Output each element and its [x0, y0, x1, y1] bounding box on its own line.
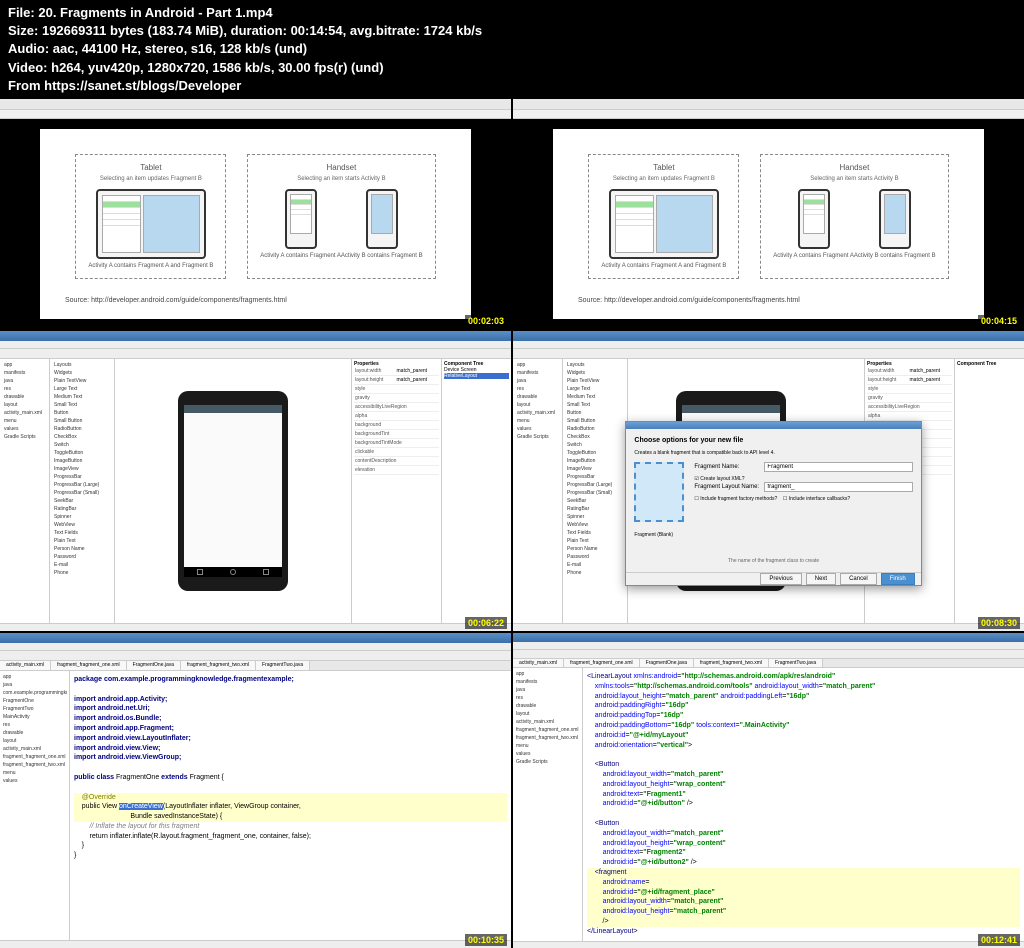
app-menubar[interactable]	[513, 99, 1024, 110]
phone-preview	[178, 391, 288, 591]
thumb-2: Tablet Selecting an item updates Fragmen…	[513, 99, 1024, 329]
thumbnail-grid: Tablet Selecting an item updates Fragmen…	[0, 99, 1024, 948]
thumb-5: activity_main.xmlfragment_fragment_one.x…	[0, 633, 511, 948]
timestamp: 00:10:35	[465, 934, 507, 946]
project-tree[interactable]: appjavacom.example.programmingknowledge.…	[0, 671, 70, 940]
ide-toolbar[interactable]	[0, 349, 511, 359]
thumb-6: activity_main.xmlfragment_fragment_one.x…	[513, 633, 1024, 948]
fragment-preview-icon	[634, 462, 684, 522]
status-bar	[0, 623, 511, 631]
java-editor[interactable]: package com.example.programmingknowledge…	[70, 671, 511, 940]
previous-button[interactable]: Previous	[760, 573, 801, 585]
media-info-header: File: 20. Fragments in Android - Part 1.…	[0, 0, 1024, 99]
component-tree[interactable]: Component Tree Device Screen RelativeLay…	[441, 359, 511, 623]
layout-designer[interactable]	[115, 359, 351, 623]
fragment-layout-input[interactable]	[764, 482, 912, 492]
new-fragment-dialog: Choose options for your new file Creates…	[625, 421, 921, 586]
timestamp: 00:06:22	[465, 617, 507, 629]
project-tree[interactable]: appmanifestsjavaresdrawablelayoutactivit…	[513, 668, 583, 941]
timestamp: 00:12:41	[978, 934, 1020, 946]
app-toolbar[interactable]	[513, 110, 1024, 119]
handset-group: Handset Selecting an item starts Activit…	[247, 154, 435, 279]
timestamp: 00:08:30	[978, 617, 1020, 629]
xml-editor[interactable]: <LinearLayout xmlns:android="http://sche…	[583, 668, 1024, 941]
ide-menubar[interactable]	[0, 341, 511, 349]
source-url: Source: http://developer.android.com/gui…	[65, 297, 446, 304]
tablet-illustration	[96, 189, 206, 259]
editor-tabs[interactable]: activity_main.xmlfragment_fragment_one.x…	[0, 661, 511, 671]
properties-panel[interactable]: Propertieslayout:widthmatch_parentlayout…	[351, 359, 441, 623]
thumb-4: appmanifestsjavaresdrawablelayoutactivit…	[513, 331, 1024, 631]
thumb-3: appmanifestsjavaresdrawablelayoutactivit…	[0, 331, 511, 631]
timestamp: 00:02:03	[465, 315, 507, 327]
fragment-name-input[interactable]	[764, 462, 912, 472]
dialog-titlebar	[626, 422, 920, 429]
next-button[interactable]: Next	[806, 573, 836, 585]
editor-tabs[interactable]: activity_main.xmlfragment_fragment_one.x…	[513, 659, 1024, 668]
tablet-group: Tablet Selecting an item updates Fragmen…	[75, 154, 226, 279]
app-toolbar[interactable]	[0, 110, 511, 119]
window-titlebar	[0, 331, 511, 341]
project-tree[interactable]: appmanifestsjavaresdrawablelayoutactivit…	[0, 359, 50, 623]
app-menubar[interactable]	[0, 99, 511, 110]
thumb-1: Tablet Selecting an item updates Fragmen…	[0, 99, 511, 329]
finish-button[interactable]: Finish	[881, 573, 915, 585]
timestamp: 00:04:15	[978, 315, 1020, 327]
cancel-button[interactable]: Cancel	[840, 573, 877, 585]
widget-palette[interactable]: LayoutsWidgetsPlain TextViewLarge TextMe…	[50, 359, 115, 623]
